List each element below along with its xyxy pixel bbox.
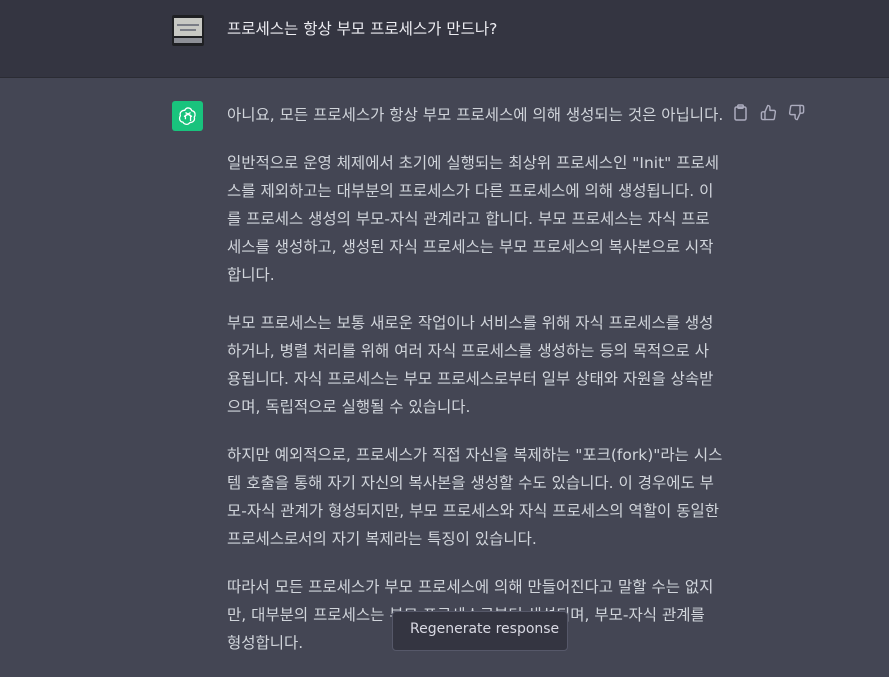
thumbs-up-icon: [760, 104, 776, 120]
user-message-row: 프로세스는 항상 부모 프로세스가 만드나?: [0, 0, 889, 78]
computer-icon: [174, 18, 202, 36]
regenerate-label: Regenerate response: [410, 621, 560, 637]
thumbs-up-button[interactable]: [759, 103, 777, 121]
chatgpt-logo-icon: [172, 101, 203, 131]
copy-button[interactable]: [731, 103, 749, 121]
answer-paragraph: 일반적으로 운영 체제에서 초기에 실행되는 최상위 프로세스인 "Init" …: [227, 154, 719, 284]
answer-paragraph: 아니요, 모든 프로세스가 항상 부모 프로세스에 의해 생성되는 것은 아닙니…: [227, 106, 724, 124]
answer-paragraph: 부모 프로세스는 보통 새로운 작업이나 서비스를 위해 자식 프로세스를 생성…: [227, 314, 714, 416]
user-message-text: 프로세스는 항상 부모 프로세스가 만드나?: [227, 20, 498, 38]
thumbs-down-button[interactable]: [787, 103, 805, 121]
answer-paragraph: 하지만 예외적으로, 프로세스가 직접 자신을 복제하는 "포크(fork)"라…: [227, 446, 723, 548]
user-avatar: [172, 15, 204, 46]
regenerate-response-button[interactable]: Regenerate response: [392, 611, 568, 651]
thumbs-down-icon: [788, 104, 804, 120]
assistant-message: 아니요, 모든 프로세스가 항상 부모 프로세스에 의해 생성되는 것은 아닙니…: [227, 101, 723, 677]
clipboard-icon: [733, 103, 747, 121]
message-actions: [731, 103, 805, 121]
